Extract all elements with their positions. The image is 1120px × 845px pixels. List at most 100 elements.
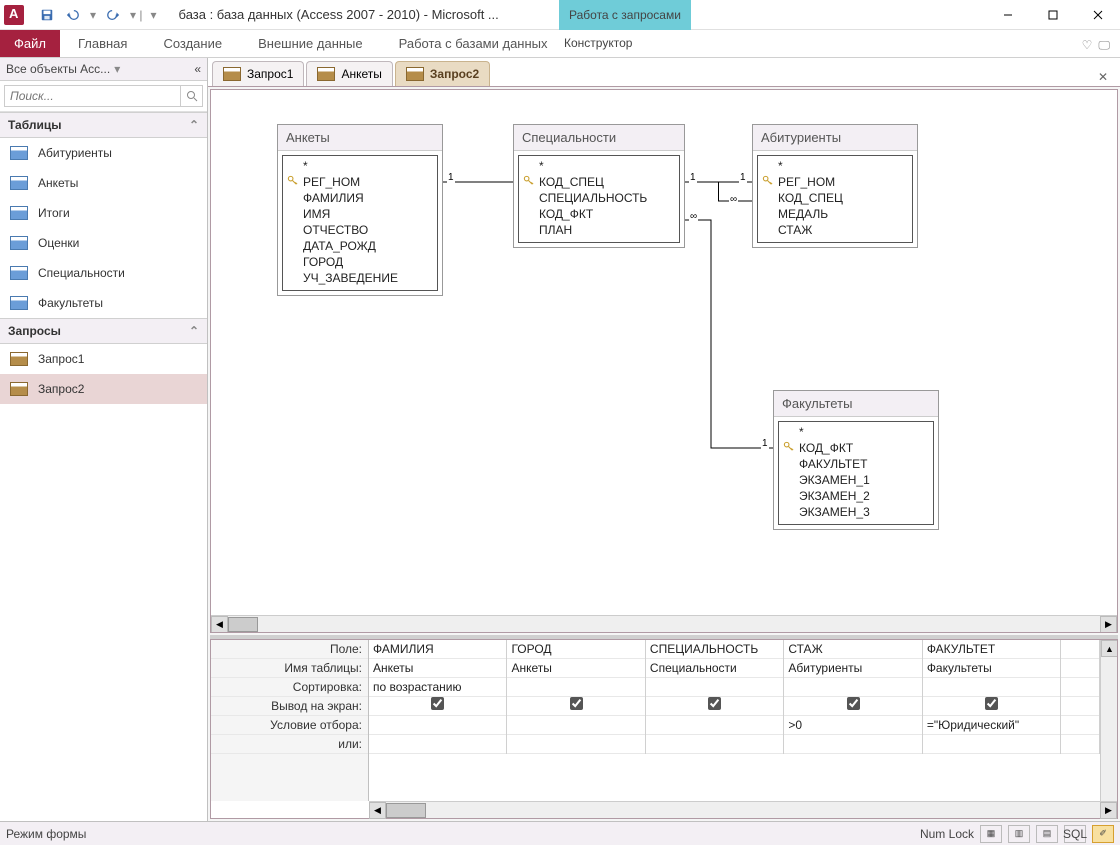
nav-item-table[interactable]: Специальности [0, 258, 207, 288]
qbe-show-checkbox[interactable] [847, 697, 860, 710]
qbe-show-cell[interactable] [369, 697, 506, 716]
table-title[interactable]: Специальности [514, 125, 684, 151]
qbe-field-cell[interactable]: СПЕЦИАЛЬНОСТЬ [646, 640, 783, 659]
qbe-field-cell[interactable]: ГОРОД [507, 640, 644, 659]
table-field[interactable]: КОД_СПЕЦ [762, 190, 908, 206]
qbe-or-cell[interactable] [784, 735, 921, 754]
qbe-table-cell[interactable]: Абитуриенты [784, 659, 921, 678]
table-field[interactable]: КОД_ФКТ [783, 440, 929, 456]
qbe-scroll-track[interactable] [386, 802, 1100, 819]
nav-item-query[interactable]: Запрос2 [0, 374, 207, 404]
undo-button[interactable] [62, 4, 84, 26]
table-field[interactable]: ЭКЗАМЕН_2 [783, 488, 929, 504]
qbe-column-empty[interactable] [1061, 640, 1100, 754]
table-field[interactable]: * [287, 158, 433, 174]
qbe-or-cell[interactable] [923, 735, 1060, 754]
qbe-sort-cell[interactable]: по возрастанию [369, 678, 506, 697]
qbe-table-cell[interactable]: Специальности [646, 659, 783, 678]
save-button[interactable] [36, 4, 58, 26]
qbe-sort-cell[interactable] [923, 678, 1060, 697]
qbe-column[interactable]: ГОРОД Анкеты [507, 640, 645, 754]
close-button[interactable] [1075, 1, 1120, 29]
qbe-criteria-cell[interactable]: >0 [784, 716, 921, 735]
table-title[interactable]: Факультеты [774, 391, 938, 417]
scroll-up-button[interactable]: ▲ [1101, 640, 1117, 657]
nav-group-header[interactable]: Таблицы⌃ [0, 112, 207, 138]
qbe-show-checkbox[interactable] [985, 697, 998, 710]
qbe-criteria-cell[interactable]: ="Юридический" [923, 716, 1060, 735]
view-sql-button[interactable]: SQL [1064, 825, 1086, 843]
table-field[interactable]: * [783, 424, 929, 440]
qbe-criteria-cell[interactable] [369, 716, 506, 735]
file-tab[interactable]: Файл [0, 30, 60, 57]
table-title[interactable]: Абитуриенты [753, 125, 917, 151]
qbe-scroll-thumb[interactable] [386, 803, 426, 818]
ribbon-tab[interactable]: Главная [66, 30, 139, 57]
maximize-button[interactable] [1030, 1, 1075, 29]
qbe-criteria-cell[interactable] [646, 716, 783, 735]
table-field[interactable]: МЕДАЛЬ [762, 206, 908, 222]
context-tab-constructor[interactable]: Конструктор [545, 29, 651, 57]
nav-header-dropdown-icon[interactable]: ▾ [114, 62, 120, 76]
qbe-field-cell[interactable]: ФАМИЛИЯ [369, 640, 506, 659]
qbe-show-cell[interactable] [923, 697, 1060, 716]
qbe-or-cell[interactable] [646, 735, 783, 754]
qbe-criteria-cell[interactable] [507, 716, 644, 735]
qbe-show-cell[interactable] [784, 697, 921, 716]
table-box[interactable]: Факультеты*КОД_ФКТФАКУЛЬТЕТЭКЗАМЕН_1ЭКЗА… [773, 390, 939, 530]
table-field[interactable]: КОД_СПЕЦ [523, 174, 675, 190]
qat-customize[interactable]: ▾ [151, 8, 157, 22]
nav-item-table[interactable]: Оценки [0, 228, 207, 258]
qbe-sort-cell[interactable] [646, 678, 783, 697]
qbe-or-cell[interactable] [507, 735, 644, 754]
scroll-thumb[interactable] [228, 617, 258, 632]
table-field[interactable]: УЧ_ЗАВЕДЕНИЕ [287, 270, 433, 286]
nav-search-input[interactable] [4, 85, 181, 107]
table-field[interactable]: ОТЧЕСТВО [287, 222, 433, 238]
table-field[interactable]: ГОРОД [287, 254, 433, 270]
scroll-left-button[interactable]: ◀ [211, 616, 228, 633]
minimize-button[interactable] [985, 1, 1030, 29]
scroll-right-button[interactable]: ▶ [1100, 616, 1117, 633]
qbe-show-checkbox[interactable] [431, 697, 444, 710]
redo-button[interactable] [102, 4, 124, 26]
table-field[interactable]: ИМЯ [287, 206, 433, 222]
qbe-show-checkbox[interactable] [708, 697, 721, 710]
qbe-table-cell[interactable]: Анкеты [369, 659, 506, 678]
qbe-sort-cell[interactable] [784, 678, 921, 697]
document-tab[interactable]: Запрос1 [212, 61, 304, 86]
qbe-column[interactable]: ФАКУЛЬТЕТ Факультеты ="Юридический" [923, 640, 1061, 754]
designer-canvas[interactable]: Анкеты*РЕГ_НОМФАМИЛИЯИМЯОТЧЕСТВОДАТА_РОЖ… [211, 90, 1118, 620]
qbe-field-cell[interactable]: СТАЖ [784, 640, 921, 659]
document-tab[interactable]: Анкеты [306, 61, 392, 86]
ribbon-collapse-icon[interactable]: 🖵 [1098, 38, 1110, 53]
search-icon[interactable] [181, 85, 203, 107]
qbe-table-cell[interactable]: Факультеты [923, 659, 1060, 678]
table-box[interactable]: Абитуриенты*РЕГ_НОМКОД_СПЕЦМЕДАЛЬСТАЖ [752, 124, 918, 248]
qbe-column[interactable]: ФАМИЛИЯ Анкеты по возрастанию [369, 640, 507, 754]
nav-item-table[interactable]: Итоги [0, 198, 207, 228]
scroll-track[interactable] [228, 616, 1100, 633]
qbe-scroll-right[interactable]: ▶ [1100, 802, 1117, 819]
qbe-table-cell[interactable]: Анкеты [507, 659, 644, 678]
table-box[interactable]: Специальности*КОД_СПЕЦСПЕЦИАЛЬНОСТЬКОД_Ф… [513, 124, 685, 248]
qbe-v-scrollbar[interactable]: ▲ [1100, 640, 1117, 801]
table-field[interactable]: ФАМИЛИЯ [287, 190, 433, 206]
ribbon-tab[interactable]: Работа с базами данных [387, 30, 560, 57]
qbe-sort-cell[interactable] [507, 678, 644, 697]
table-field[interactable]: ЭКЗАМЕН_3 [783, 504, 929, 520]
table-field[interactable]: СПЕЦИАЛЬНОСТЬ [523, 190, 675, 206]
view-datasheet-button[interactable]: ▦ [980, 825, 1002, 843]
nav-collapse-button[interactable]: « [194, 62, 201, 76]
table-field[interactable]: ДАТА_РОЖД [287, 238, 433, 254]
view-design-button[interactable]: ✐ [1092, 825, 1114, 843]
view-chart-button[interactable]: ▤ [1036, 825, 1058, 843]
table-title[interactable]: Анкеты [278, 125, 442, 151]
nav-item-table[interactable]: Факультеты [0, 288, 207, 318]
nav-item-table[interactable]: Анкеты [0, 168, 207, 198]
close-document-button[interactable]: ✕ [1090, 68, 1116, 86]
table-field[interactable]: ЭКЗАМЕН_1 [783, 472, 929, 488]
qbe-show-cell[interactable] [507, 697, 644, 716]
view-pivot-button[interactable]: ▥ [1008, 825, 1030, 843]
nav-header[interactable]: Все объекты Acc... ▾ « [0, 58, 207, 81]
